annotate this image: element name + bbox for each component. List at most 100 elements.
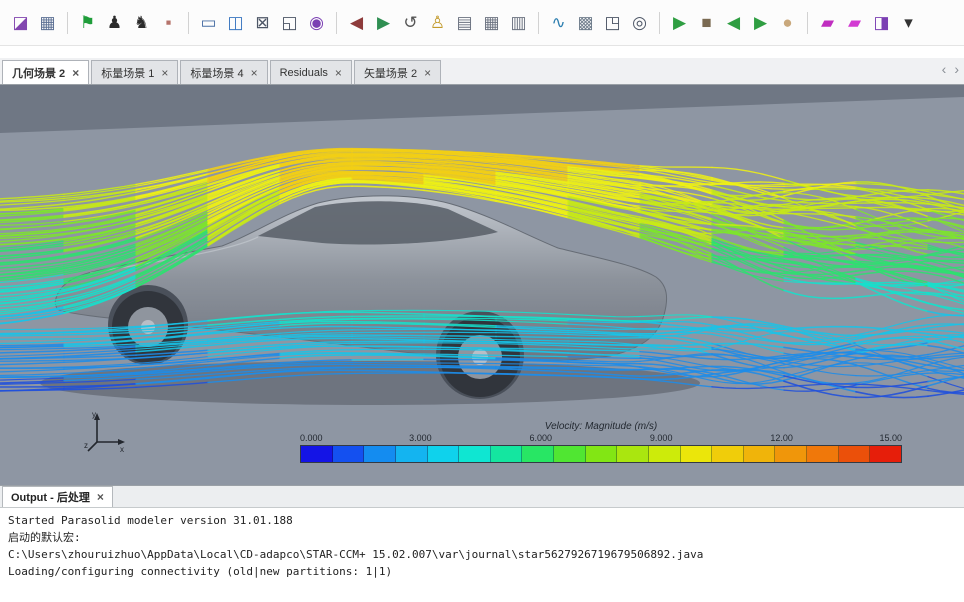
main-toolbar: ◪ ▦ ⚑ ♟ ♞ ▪ ▭ ◫ ⊠ ◱ ◉ ◀ ▶ ↺ ♙ ▤ ▦ ▥ ∿ ▩ ◳ ◎ ▶ ■ ◀ ▶ ● ▰ ▰ ◨ ▾ xyxy=(0,0,964,46)
reset-view-icon[interactable]: ↺ xyxy=(398,10,423,36)
step-forward-icon[interactable]: ▶ xyxy=(748,10,773,36)
toolbar-separator xyxy=(336,11,337,34)
colorbar-segment xyxy=(427,446,460,462)
output-tab-label: Output - 后处理 xyxy=(11,492,90,504)
play-animation-icon[interactable]: ▶ xyxy=(667,10,692,36)
toolbar-separator xyxy=(188,11,189,34)
ruler-icon[interactable]: ▤ xyxy=(452,10,477,36)
toolbar-separator xyxy=(67,11,68,34)
colorbar-segment xyxy=(775,446,807,462)
view-forward-icon[interactable]: ▶ xyxy=(371,10,396,36)
tab-close-icon[interactable]: × xyxy=(251,66,258,80)
colorbar-segment xyxy=(838,446,871,462)
scene-tab-label: 几何场景 2 xyxy=(12,67,66,80)
scene-tab-1[interactable]: 标量场景 1 × xyxy=(91,60,179,84)
new-geometry-scene-icon[interactable]: ◨ xyxy=(869,10,894,36)
view-back-icon[interactable]: ◀ xyxy=(344,10,369,36)
scene-tab-label: 标量场景 4 xyxy=(190,67,244,80)
colorbar-segment xyxy=(680,446,713,462)
spreadsheet-icon[interactable]: ▦ xyxy=(35,10,60,36)
notes-icon[interactable]: ▭ xyxy=(196,10,221,36)
open-simulation-icon[interactable]: ◪ xyxy=(8,10,33,36)
triad-y-label: y xyxy=(92,410,96,419)
colorbar-tick-label: 15.00 xyxy=(879,433,902,443)
export-scene-icon[interactable]: ◳ xyxy=(600,10,625,36)
toolbar-gap xyxy=(0,46,964,58)
axis-triad: y x z xyxy=(84,408,128,459)
new-scalar-scene-icon[interactable]: ▰ xyxy=(815,10,840,36)
tab-close-icon[interactable]: × xyxy=(72,66,79,80)
colorbar-tick-label: 6.000 xyxy=(529,433,553,443)
scene-tab-3[interactable]: Residuals × xyxy=(269,60,352,84)
scene-tab-label: 矢量场景 2 xyxy=(363,67,418,80)
colorbar-segment xyxy=(459,446,491,462)
scene-tabs: 几何场景 2 × 标量场景 1 × 标量场景 4 × Residuals × 矢量场景 2 × xyxy=(2,60,443,84)
colorbar-segment xyxy=(364,446,396,462)
close-scene-icon[interactable]: ⊠ xyxy=(250,10,275,36)
triad-x-label: x xyxy=(120,445,124,454)
new-window-icon[interactable]: ◫ xyxy=(223,10,248,36)
run-flag-icon[interactable]: ⚑ xyxy=(75,10,100,36)
walk-solver-icon[interactable]: ♟ xyxy=(102,10,127,36)
output-tabbar: Output - 后处理 × xyxy=(0,486,964,508)
toolbar-separator xyxy=(659,11,660,34)
zoom-select-icon[interactable]: ◎ xyxy=(627,10,652,36)
colorbar-tick-label: 12.00 xyxy=(770,433,793,443)
step-back-icon[interactable]: ◀ xyxy=(721,10,746,36)
colorbar-tick-label: 3.000 xyxy=(409,433,432,443)
tab-close-icon[interactable]: × xyxy=(424,66,431,80)
colorbar-segment xyxy=(395,446,428,462)
console-output[interactable]: Started Parasolid modeler version 31.01.… xyxy=(0,508,964,602)
tab-close-icon[interactable]: × xyxy=(161,66,168,80)
scene-tab-0[interactable]: 几何场景 2 × xyxy=(2,60,90,84)
output-panel: Output - 后处理 × Started Parasolid modeler… xyxy=(0,485,964,602)
scene-tab-label: 标量场景 1 xyxy=(101,67,155,80)
console-line: 启动的默认宏: xyxy=(8,531,81,544)
scene-tabbar: 几何场景 2 × 标量场景 1 × 标量场景 4 × Residuals × 矢量场景 2 × ‹… xyxy=(0,58,964,85)
stop-solver-icon[interactable]: ▪ xyxy=(156,10,181,36)
star-ccm-window: ◪ ▦ ⚑ ♟ ♞ ▪ ▭ ◫ ⊠ ◱ ◉ ◀ ▶ ↺ ♙ ▤ ▦ ▥ ∿ ▩ ◳ ◎ ▶ ■ ◀ ▶ ● ▰ ▰ ◨ ▾ 几何场景 2 × 标… xyxy=(0,0,964,602)
output-tab[interactable]: Output - 后处理 × xyxy=(2,486,113,507)
new-vector-scene-icon[interactable]: ▰ xyxy=(842,10,867,36)
colorbar-title: Velocity: Magnitude (m/s) xyxy=(544,421,658,432)
tab-scroll-controls: ‹ › xyxy=(942,62,959,76)
probe-tool-icon[interactable]: ♙ xyxy=(425,10,450,36)
scene-image-icon[interactable]: ▩ xyxy=(573,10,598,36)
colorbar-tick-label: 9.000 xyxy=(649,433,673,443)
grid-table-icon[interactable]: ▦ xyxy=(479,10,504,36)
colorbar-segment xyxy=(490,446,523,462)
scene-menu-dropdown-icon[interactable]: ▾ xyxy=(896,10,921,36)
export-view-icon[interactable]: ◱ xyxy=(277,10,302,36)
colorbar-segment xyxy=(870,446,901,462)
colorbar-segment xyxy=(743,446,776,462)
console-line: Loading/configuring connectivity (old|ne… xyxy=(8,565,393,578)
triad-z-label: z xyxy=(84,441,88,450)
colorbar-segment xyxy=(712,446,744,462)
colorbar-segment xyxy=(807,446,839,462)
plot-monitor-icon[interactable]: ∿ xyxy=(546,10,571,36)
colorbar-segment xyxy=(522,446,554,462)
graphics-viewport[interactable]: y x z Velocity: Magnitude (m/s) 0.000 3.0… xyxy=(0,85,964,485)
tab-close-icon[interactable]: × xyxy=(335,66,342,80)
scene-tab-2[interactable]: 标量场景 4 × xyxy=(180,60,268,84)
colorbar-tick-label: 0.000 xyxy=(300,433,323,443)
colorbar-segment xyxy=(585,446,618,462)
tab-scroll-left-icon[interactable]: ‹ xyxy=(942,62,947,76)
record-icon[interactable]: ● xyxy=(775,10,800,36)
toolbar-separator xyxy=(807,11,808,34)
grid-cells-icon[interactable]: ▥ xyxy=(506,10,531,36)
output-tab-close-icon[interactable]: × xyxy=(97,490,104,504)
colorbar-segment xyxy=(554,446,586,462)
stop-animation-icon[interactable]: ■ xyxy=(694,10,719,36)
colorbar-segment xyxy=(332,446,365,462)
run-solver-icon[interactable]: ♞ xyxy=(129,10,154,36)
tab-scroll-right-icon[interactable]: › xyxy=(954,62,959,76)
colorbar-segment xyxy=(617,446,649,462)
colorbar-gradient xyxy=(300,445,902,463)
colorbar-legend: Velocity: Magnitude (m/s) 0.000 3.000 6.00… xyxy=(300,421,902,463)
scene-tab-4[interactable]: 矢量场景 2 × xyxy=(353,60,442,84)
colorbar-segment xyxy=(301,446,333,462)
colorbar-segment xyxy=(648,446,681,462)
snapshot-icon[interactable]: ◉ xyxy=(304,10,329,36)
console-line: Started Parasolid modeler version 31.01.… xyxy=(8,514,293,527)
